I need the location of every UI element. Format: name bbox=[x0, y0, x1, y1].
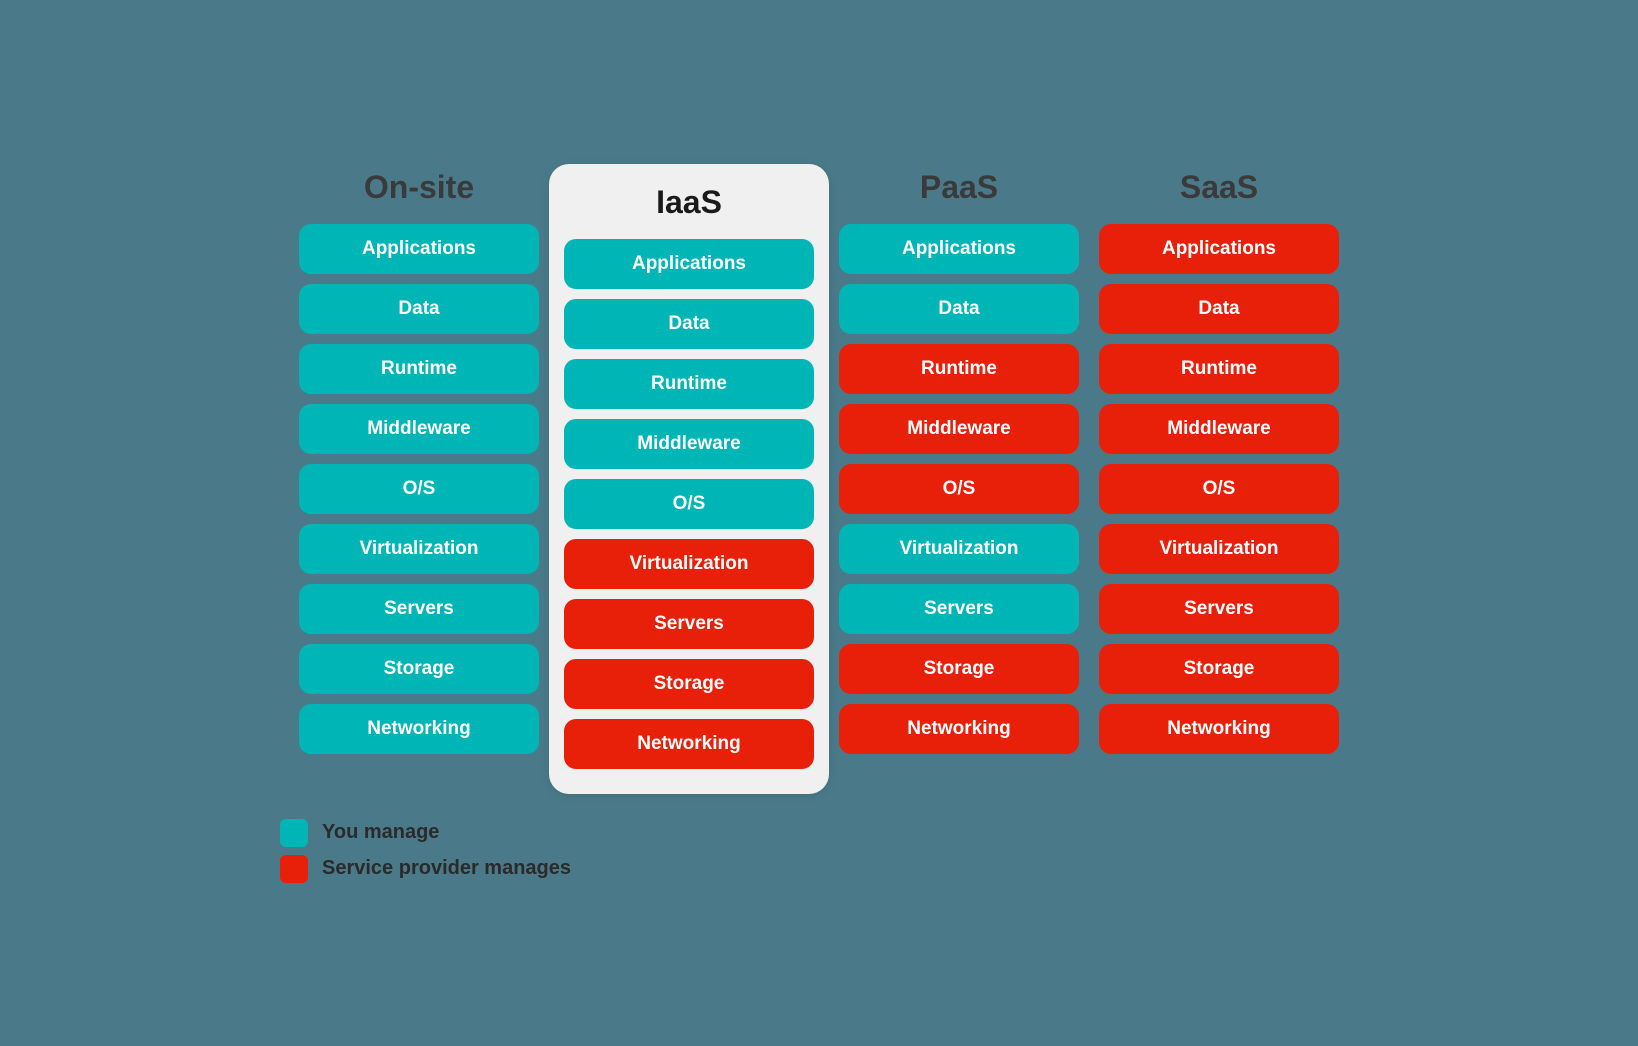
pill-onsite-4: O/S bbox=[299, 464, 539, 514]
legend-dot-red bbox=[280, 855, 308, 883]
pill-paas-2: Runtime bbox=[839, 344, 1079, 394]
pill-iaas-3: Middleware bbox=[564, 419, 814, 469]
pill-onsite-7: Storage bbox=[299, 644, 539, 694]
column-header-onsite: On-site bbox=[364, 164, 474, 206]
pill-iaas-4: O/S bbox=[564, 479, 814, 529]
columns-wrapper: On-site Applications Data Runtime Middleware… bbox=[80, 164, 1558, 794]
pill-paas-3: Middleware bbox=[839, 404, 1079, 454]
pill-saas-6: Servers bbox=[1099, 584, 1339, 634]
pill-onsite-3: Middleware bbox=[299, 404, 539, 454]
pill-saas-2: Runtime bbox=[1099, 344, 1339, 394]
pill-onsite-8: Networking bbox=[299, 704, 539, 754]
pill-iaas-2: Runtime bbox=[564, 359, 814, 409]
pill-onsite-0: Applications bbox=[299, 224, 539, 274]
column-header-iaas: IaaS bbox=[656, 179, 722, 221]
pill-saas-5: Virtualization bbox=[1099, 524, 1339, 574]
pill-iaas-0: Applications bbox=[564, 239, 814, 289]
pill-saas-7: Storage bbox=[1099, 644, 1339, 694]
pill-saas-0: Applications bbox=[1099, 224, 1339, 274]
column-header-paas: PaaS bbox=[920, 164, 998, 206]
pill-saas-8: Networking bbox=[1099, 704, 1339, 754]
column-onsite: On-site Applications Data Runtime Middleware… bbox=[289, 164, 549, 764]
pill-paas-1: Data bbox=[839, 284, 1079, 334]
pill-onsite-5: Virtualization bbox=[299, 524, 539, 574]
pill-saas-1: Data bbox=[1099, 284, 1339, 334]
pill-onsite-1: Data bbox=[299, 284, 539, 334]
pill-paas-8: Networking bbox=[839, 704, 1079, 754]
pill-paas-4: O/S bbox=[839, 464, 1079, 514]
pill-saas-3: Middleware bbox=[1099, 404, 1339, 454]
legend-item-0: You manage bbox=[280, 819, 439, 847]
column-header-saas: SaaS bbox=[1180, 164, 1258, 206]
legend-label-1: Service provider manages bbox=[322, 857, 571, 880]
pill-paas-6: Servers bbox=[839, 584, 1079, 634]
pill-iaas-5: Virtualization bbox=[564, 539, 814, 589]
pill-iaas-7: Storage bbox=[564, 659, 814, 709]
column-iaas: IaaS Applications Data Runtime Middleware O/S… bbox=[549, 164, 829, 794]
legend-container: You manage Service provider manages bbox=[280, 819, 571, 883]
pill-iaas-6: Servers bbox=[564, 599, 814, 649]
pill-onsite-6: Servers bbox=[299, 584, 539, 634]
pill-paas-5: Virtualization bbox=[839, 524, 1079, 574]
pill-onsite-2: Runtime bbox=[299, 344, 539, 394]
pill-paas-0: Applications bbox=[839, 224, 1079, 274]
main-container: On-site Applications Data Runtime Middleware… bbox=[0, 134, 1638, 913]
pill-saas-4: O/S bbox=[1099, 464, 1339, 514]
legend-dot-teal bbox=[280, 819, 308, 847]
pill-iaas-1: Data bbox=[564, 299, 814, 349]
column-paas: PaaS Applications Data Runtime Middleware O/S… bbox=[829, 164, 1089, 764]
legend-label-0: You manage bbox=[322, 821, 439, 844]
pill-iaas-8: Networking bbox=[564, 719, 814, 769]
legend-item-1: Service provider manages bbox=[280, 855, 571, 883]
pill-paas-7: Storage bbox=[839, 644, 1079, 694]
column-saas: SaaS Applications Data Runtime Middleware O/S… bbox=[1089, 164, 1349, 764]
